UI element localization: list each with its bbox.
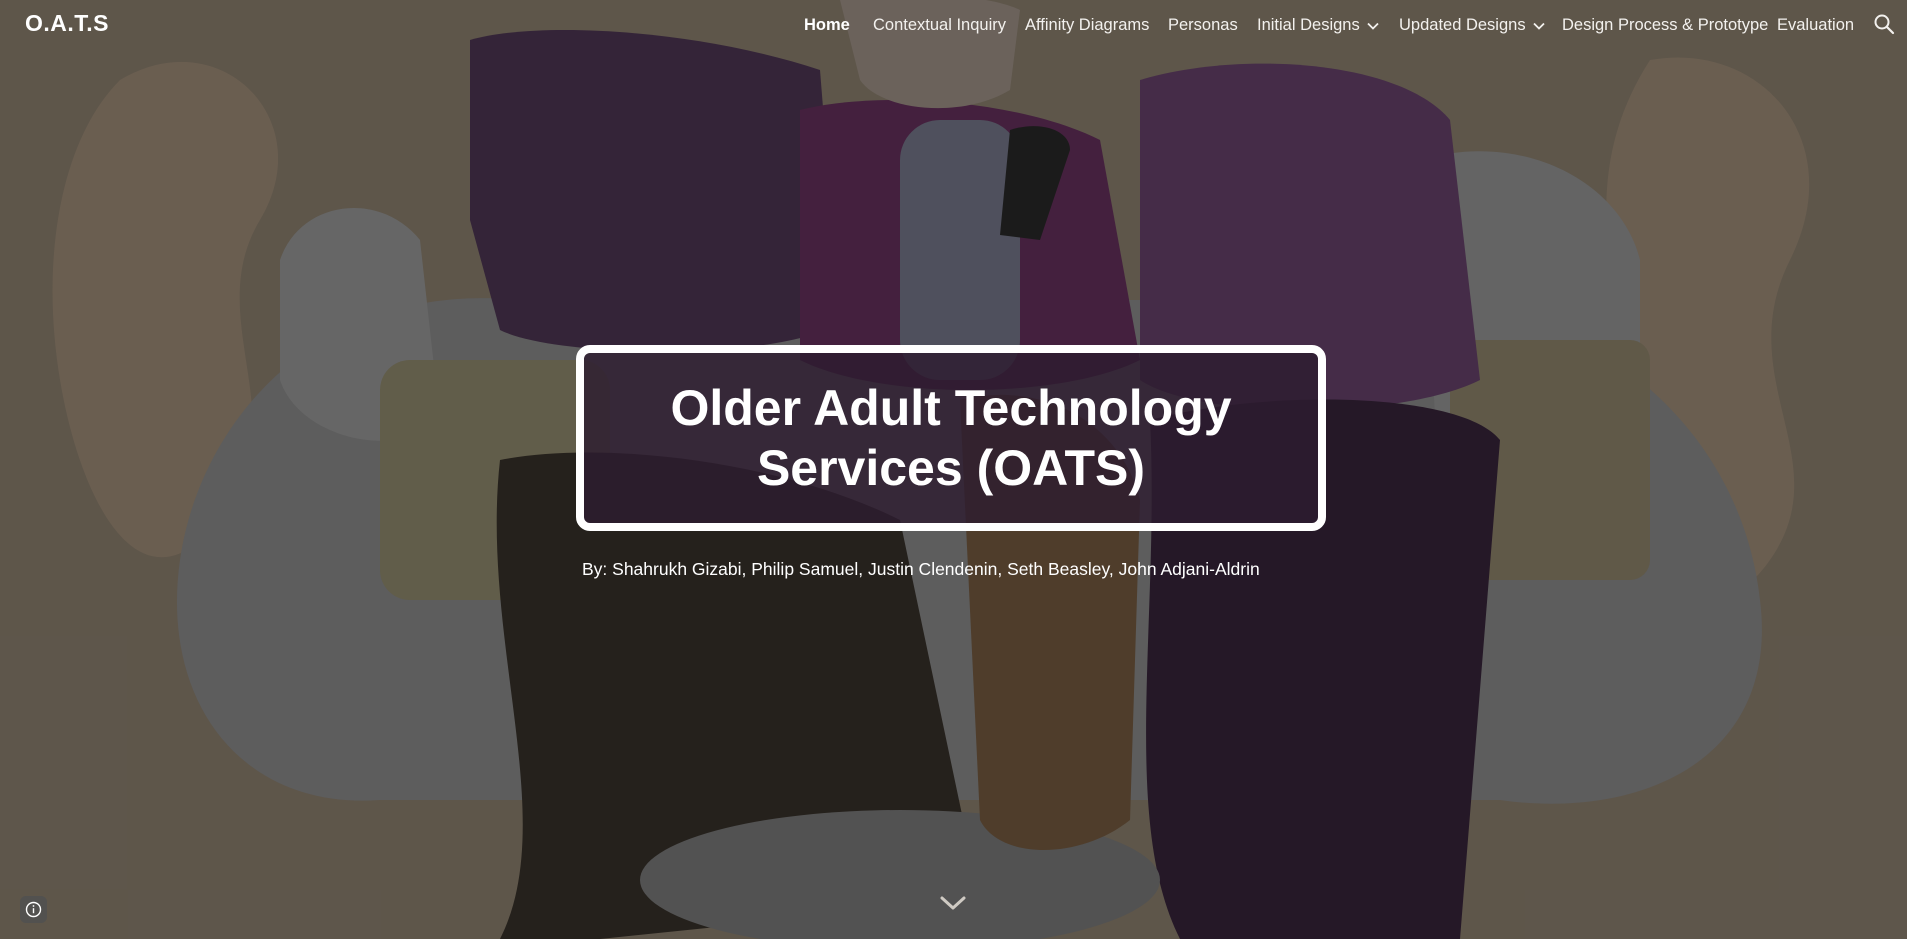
hero-title-box: Older Adult Technology Services (OATS) bbox=[576, 345, 1326, 531]
chevron-down-icon bbox=[1532, 22, 1545, 30]
nav-item-label: Design Process & Prototype bbox=[1562, 16, 1769, 34]
nav-item-affinity-diagrams[interactable]: Affinity Diagrams bbox=[1025, 16, 1149, 35]
nav-item-label: Updated Designs bbox=[1399, 16, 1526, 34]
top-navigation-bar: O.A.T.S Home Contextual Inquiry Affinity… bbox=[0, 0, 1907, 50]
nav-item-label: Initial Designs bbox=[1257, 16, 1360, 34]
nav-item-design-process-prototype[interactable]: Design Process & Prototype bbox=[1562, 16, 1768, 35]
nav-item-personas[interactable]: Personas bbox=[1168, 16, 1238, 35]
info-button[interactable] bbox=[20, 896, 47, 923]
main-nav: Home Contextual Inquiry Affinity Diagram… bbox=[0, 16, 1907, 40]
nav-item-initial-designs[interactable]: Initial Designs bbox=[1257, 16, 1381, 35]
info-icon bbox=[25, 901, 42, 918]
authors-line: By: Shahrukh Gizabi, Philip Samuel, Just… bbox=[582, 559, 1260, 579]
search-icon[interactable] bbox=[1872, 12, 1896, 36]
nav-item-contextual-inquiry[interactable]: Contextual Inquiry bbox=[873, 16, 1006, 35]
nav-item-label: Contextual Inquiry bbox=[873, 16, 1006, 34]
nav-item-updated-designs[interactable]: Updated Designs bbox=[1399, 16, 1547, 35]
chevron-down-icon bbox=[1367, 22, 1379, 30]
nav-item-label: Evaluation bbox=[1777, 16, 1855, 34]
nav-item-label: Affinity Diagrams bbox=[1025, 16, 1150, 34]
nav-item-home[interactable]: Home bbox=[804, 16, 850, 35]
nav-item-label: Personas bbox=[1168, 16, 1238, 34]
nav-item-evaluation[interactable]: Evaluation bbox=[1777, 16, 1854, 35]
nav-item-label: Home bbox=[804, 16, 850, 34]
page-title: Older Adult Technology Services (OATS) bbox=[670, 380, 1232, 496]
chevron-down-icon[interactable] bbox=[938, 893, 968, 915]
